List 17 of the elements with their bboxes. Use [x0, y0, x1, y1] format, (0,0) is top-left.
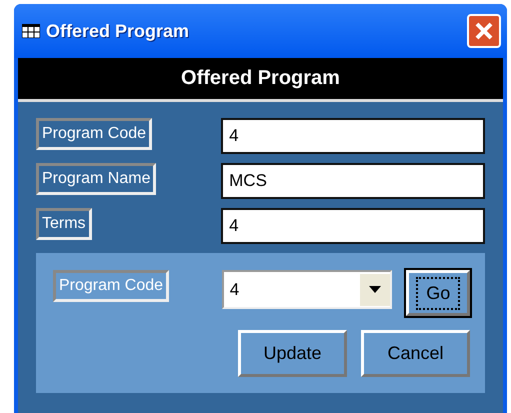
go-button[interactable]: Go — [406, 270, 470, 316]
text-field[interactable]: 4 — [221, 208, 485, 244]
dropdown-arrow-icon — [369, 286, 382, 293]
action-button[interactable]: Cancel — [361, 330, 470, 377]
text-field[interactable]: MCS — [221, 163, 485, 199]
form-header: Offered Program — [18, 58, 503, 102]
text-field[interactable]: 4 — [221, 118, 485, 154]
field-label: Program Code — [53, 270, 170, 302]
table-icon — [22, 24, 40, 38]
close-button[interactable] — [467, 14, 501, 48]
field-label: Program Code — [36, 118, 152, 150]
field-label: Terms — [36, 208, 92, 240]
field-label: Program Name — [36, 163, 156, 195]
close-icon — [474, 21, 494, 41]
action-button[interactable]: Update — [238, 330, 347, 377]
program-code-dropdown[interactable]: 4 — [222, 270, 392, 309]
window-title: Offered Program — [46, 20, 190, 42]
